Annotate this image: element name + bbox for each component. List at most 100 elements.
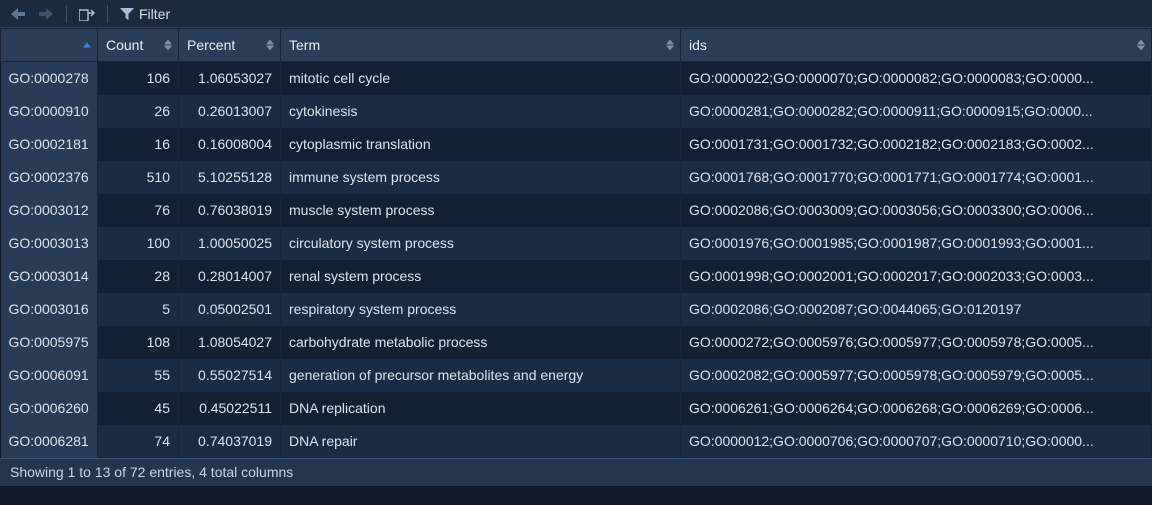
- table-row[interactable]: GO:0002181160.16008004cytoplasmic transl…: [1, 128, 1152, 161]
- status-text: Showing 1 to 13 of 72 entries, 4 total c…: [10, 464, 293, 480]
- cell-id: GO:0005975: [1, 326, 98, 359]
- cell-percent: 1.08054027: [179, 326, 281, 359]
- cell-id: GO:0002376: [1, 161, 98, 194]
- column-label: ids: [689, 37, 707, 53]
- cell-term: renal system process: [281, 260, 681, 293]
- cell-id: GO:0006260: [1, 392, 98, 425]
- table-row[interactable]: GO:00030131001.00050025circulatory syste…: [1, 227, 1152, 260]
- cell-ids: GO:0000012;GO:0000706;GO:0000707;GO:0000…: [681, 425, 1152, 458]
- cell-ids: GO:0001976;GO:0001985;GO:0001987;GO:0001…: [681, 227, 1152, 260]
- cell-id: GO:0003014: [1, 260, 98, 293]
- cell-ids: GO:0002082;GO:0005977;GO:0005978;GO:0005…: [681, 359, 1152, 392]
- cell-percent: 0.28014007: [179, 260, 281, 293]
- cell-term: muscle system process: [281, 194, 681, 227]
- cell-count: 16: [98, 128, 179, 161]
- cell-count: 108: [98, 326, 179, 359]
- cell-percent: 5.10255128: [179, 161, 281, 194]
- column-header-term[interactable]: Term: [281, 29, 681, 62]
- data-table: Count Percent Term ids GO:00002781061.06…: [0, 28, 1152, 458]
- column-header-percent[interactable]: Percent: [179, 29, 281, 62]
- cell-count: 100: [98, 227, 179, 260]
- cell-ids: GO:0002086;GO:0003009;GO:0003056;GO:0003…: [681, 194, 1152, 227]
- table-row[interactable]: GO:00002781061.06053027mitotic cell cycl…: [1, 62, 1152, 95]
- column-header-ids[interactable]: ids: [681, 29, 1152, 62]
- cell-percent: 0.26013007: [179, 95, 281, 128]
- cell-ids: GO:0001731;GO:0001732;GO:0002182;GO:0002…: [681, 128, 1152, 161]
- table-row[interactable]: GO:0006091550.55027514generation of prec…: [1, 359, 1152, 392]
- table-row[interactable]: GO:0003014280.28014007renal system proce…: [1, 260, 1152, 293]
- status-bar: Showing 1 to 13 of 72 entries, 4 total c…: [0, 458, 1152, 486]
- cell-term: immune system process: [281, 161, 681, 194]
- table-row[interactable]: GO:00059751081.08054027carbohydrate meta…: [1, 326, 1152, 359]
- table-row[interactable]: GO:0000910260.26013007cytokinesisGO:0000…: [1, 95, 1152, 128]
- cell-id: GO:0006091: [1, 359, 98, 392]
- nav-forward-button[interactable]: [34, 3, 58, 25]
- sort-icon: [666, 40, 674, 51]
- export-button[interactable]: [75, 3, 99, 25]
- column-label: Count: [106, 37, 143, 53]
- cell-count: 26: [98, 95, 179, 128]
- funnel-icon: [120, 8, 134, 20]
- sort-icon: [1137, 40, 1145, 51]
- cell-percent: 0.45022511: [179, 392, 281, 425]
- cell-id: GO:0000910: [1, 95, 98, 128]
- cell-ids: GO:0001998;GO:0002001;GO:0002017;GO:0002…: [681, 260, 1152, 293]
- table-row[interactable]: GO:000301650.05002501respiratory system …: [1, 293, 1152, 326]
- cell-percent: 0.55027514: [179, 359, 281, 392]
- cell-term: respiratory system process: [281, 293, 681, 326]
- cell-count: 510: [98, 161, 179, 194]
- cell-ids: GO:0000281;GO:0000282;GO:0000911;GO:0000…: [681, 95, 1152, 128]
- column-label: Percent: [187, 37, 235, 53]
- cell-id: GO:0002181: [1, 128, 98, 161]
- cell-percent: 1.06053027: [179, 62, 281, 95]
- cell-id: GO:0003012: [1, 194, 98, 227]
- cell-term: carbohydrate metabolic process: [281, 326, 681, 359]
- table-body: GO:00002781061.06053027mitotic cell cycl…: [1, 62, 1152, 458]
- cell-percent: 1.00050025: [179, 227, 281, 260]
- filter-button[interactable]: Filter: [116, 3, 174, 25]
- cell-percent: 0.05002501: [179, 293, 281, 326]
- cell-id: GO:0003013: [1, 227, 98, 260]
- sort-icon: [83, 43, 91, 48]
- cell-ids: GO:0000272;GO:0005976;GO:0005977;GO:0005…: [681, 326, 1152, 359]
- cell-count: 74: [98, 425, 179, 458]
- table-row[interactable]: GO:0003012760.76038019muscle system proc…: [1, 194, 1152, 227]
- cell-term: generation of precursor metabolites and …: [281, 359, 681, 392]
- cell-percent: 0.74037019: [179, 425, 281, 458]
- cell-id: GO:0006281: [1, 425, 98, 458]
- sort-icon: [164, 40, 172, 51]
- cell-id: GO:0003016: [1, 293, 98, 326]
- sort-icon: [266, 40, 274, 51]
- cell-count: 55: [98, 359, 179, 392]
- cell-count: 106: [98, 62, 179, 95]
- table-row[interactable]: GO:00023765105.10255128immune system pro…: [1, 161, 1152, 194]
- cell-ids: GO:0002086;GO:0002087;GO:0044065;GO:0120…: [681, 293, 1152, 326]
- table-row[interactable]: GO:0006281740.74037019DNA repairGO:00000…: [1, 425, 1152, 458]
- column-header-count[interactable]: Count: [98, 29, 179, 62]
- cell-count: 45: [98, 392, 179, 425]
- toolbar-separator: [107, 5, 108, 23]
- filter-label: Filter: [139, 6, 170, 22]
- cell-count: 28: [98, 260, 179, 293]
- toolbar: Filter: [0, 0, 1152, 28]
- toolbar-separator: [66, 5, 67, 23]
- cell-term: cytokinesis: [281, 95, 681, 128]
- cell-ids: GO:0000022;GO:0000070;GO:0000082;GO:0000…: [681, 62, 1152, 95]
- cell-term: DNA replication: [281, 392, 681, 425]
- cell-percent: 0.76038019: [179, 194, 281, 227]
- cell-term: mitotic cell cycle: [281, 62, 681, 95]
- cell-count: 76: [98, 194, 179, 227]
- cell-id: GO:0000278: [1, 62, 98, 95]
- cell-percent: 0.16008004: [179, 128, 281, 161]
- cell-ids: GO:0001768;GO:0001770;GO:0001771;GO:0001…: [681, 161, 1152, 194]
- table-header: Count Percent Term ids: [1, 29, 1152, 62]
- column-label: Term: [289, 37, 320, 53]
- cell-term: cytoplasmic translation: [281, 128, 681, 161]
- cell-ids: GO:0006261;GO:0006264;GO:0006268;GO:0006…: [681, 392, 1152, 425]
- cell-term: circulatory system process: [281, 227, 681, 260]
- table-row[interactable]: GO:0006260450.45022511DNA replicationGO:…: [1, 392, 1152, 425]
- column-header-id[interactable]: [1, 29, 98, 62]
- nav-back-button[interactable]: [6, 3, 30, 25]
- cell-term: DNA repair: [281, 425, 681, 458]
- cell-count: 5: [98, 293, 179, 326]
